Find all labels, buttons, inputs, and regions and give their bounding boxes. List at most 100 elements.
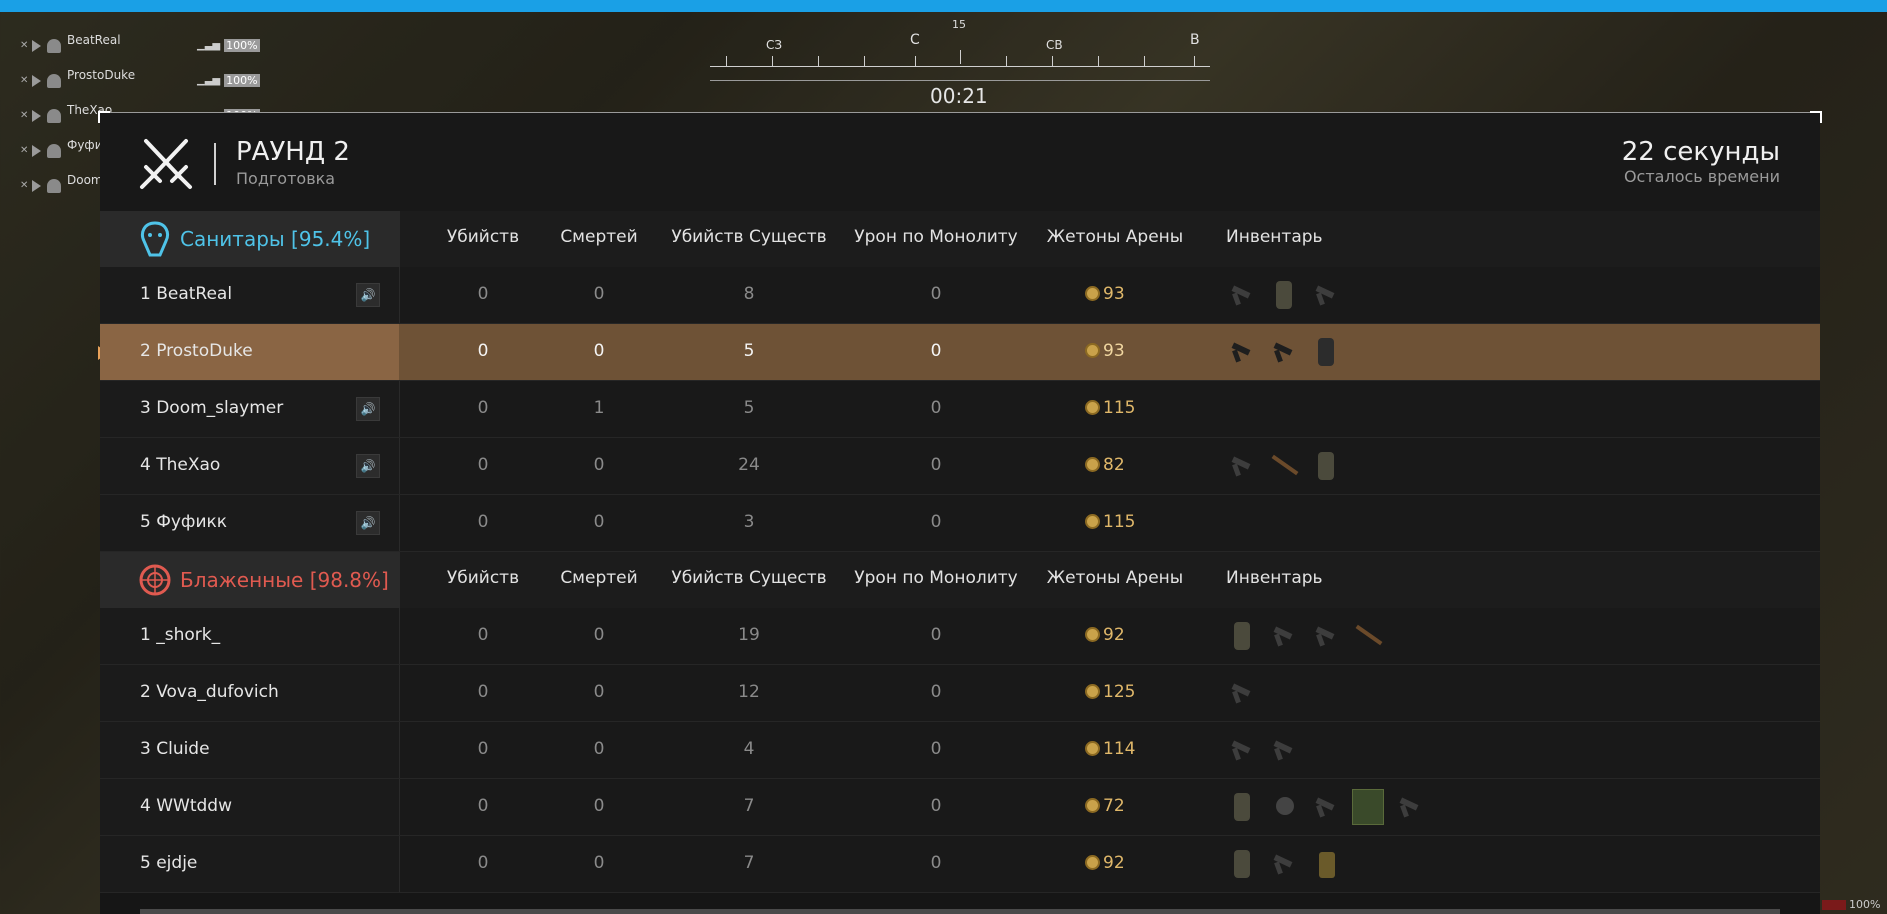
grenade-icon[interactable] <box>1268 789 1300 825</box>
token-coin-icon <box>1085 457 1100 472</box>
close-icon[interactable]: ✕ <box>20 75 30 86</box>
armor-icon[interactable] <box>1268 277 1300 313</box>
person-icon <box>47 38 61 53</box>
armor-icon[interactable] <box>1226 789 1258 825</box>
stat-deaths: 0 <box>593 739 605 759</box>
arena-tokens: 72 <box>1085 796 1125 816</box>
compass-tick <box>1194 56 1195 66</box>
player-row[interactable]: 3 Cluide 0 0 4 0 114 <box>100 722 1820 779</box>
player-row[interactable]: 1 _shork_ 0 0 19 0 92 <box>100 608 1820 665</box>
team-name: Санитары [95.4%] <box>180 227 371 251</box>
gun-icon[interactable] <box>1226 448 1258 484</box>
person-icon <box>47 108 61 123</box>
stat-monolith-dmg: 0 <box>930 512 942 532</box>
inventory <box>1226 618 1384 654</box>
gun-icon[interactable] <box>1226 277 1258 313</box>
compass: 15 СЗ С СВ В <box>710 18 1210 83</box>
close-icon[interactable]: ✕ <box>20 180 30 191</box>
bag-icon[interactable] <box>1310 846 1342 882</box>
arena-tokens-value: 93 <box>1103 284 1125 304</box>
gun-icon[interactable] <box>1268 334 1300 370</box>
stat-monolith-dmg: 0 <box>930 284 942 304</box>
scoreboard-panel: РАУНД 2 Подготовка 22 секунды Осталось в… <box>98 111 1822 914</box>
speaker-icon[interactable]: 🔊 <box>356 454 380 478</box>
player-row[interactable]: 1 BeatReal 🔊 0 0 8 0 93 <box>100 267 1820 324</box>
token-coin-icon <box>1085 286 1100 301</box>
player-name-cell: 2 Vova_dufovich <box>100 665 400 721</box>
gun-icon[interactable] <box>1268 732 1300 768</box>
compass-tick <box>1006 56 1007 66</box>
close-icon[interactable]: ✕ <box>20 145 30 156</box>
rifle-icon[interactable] <box>1268 448 1300 484</box>
speaker-icon[interactable]: 🔊 <box>356 397 380 421</box>
player-row[interactable]: 5 ejdje 0 0 7 0 92 <box>100 836 1820 893</box>
stat-kills: 0 <box>477 796 489 816</box>
player-name: 4 TheXao <box>140 455 221 475</box>
armor-icon[interactable] <box>1226 618 1258 654</box>
arena-tokens-value: 93 <box>1103 341 1125 361</box>
inventory <box>1226 277 1342 313</box>
stat-creature-kills: 24 <box>738 455 760 475</box>
token-coin-icon <box>1085 400 1100 415</box>
player-name: 4 WWtddw <box>140 796 232 816</box>
play-icon <box>32 179 41 192</box>
gun-icon[interactable] <box>1310 277 1342 313</box>
stat-monolith-dmg: 0 <box>930 398 942 418</box>
compass-line <box>710 66 1210 67</box>
token-coin-icon <box>1085 798 1100 813</box>
gun-icon[interactable] <box>1268 618 1300 654</box>
player-row[interactable]: 4 WWtddw 0 0 7 0 72 <box>100 779 1820 836</box>
gun-icon[interactable] <box>1226 675 1258 711</box>
close-icon[interactable]: ✕ <box>20 110 30 121</box>
stat-deaths: 0 <box>593 682 605 702</box>
player-name: 1 BeatReal <box>140 284 233 304</box>
player-row[interactable]: 2 ProstoDuke 0 0 5 0 93 <box>98 324 1820 381</box>
stat-creature-kills: 5 <box>743 341 755 361</box>
token-coin-icon <box>1085 627 1100 642</box>
player-name-cell: 4 WWtddw <box>100 779 400 835</box>
stat-deaths: 1 <box>593 398 605 418</box>
scoreboard-header: РАУНД 2 Подготовка 22 секунды Осталось в… <box>100 113 1820 211</box>
close-icon[interactable]: ✕ <box>20 40 30 51</box>
arena-tokens: 92 <box>1085 853 1125 873</box>
column-header: Убийств Существ <box>671 568 827 588</box>
horizontal-scrollbar[interactable] <box>140 909 1780 914</box>
speaker-icon[interactable]: 🔊 <box>356 511 380 535</box>
player-name: 5 ejdje <box>140 853 198 873</box>
stat-deaths: 0 <box>593 341 605 361</box>
armor-icon[interactable] <box>1310 334 1342 370</box>
play-icon <box>32 74 41 87</box>
player-name-cell: 4 TheXao 🔊 <box>100 438 400 494</box>
round-phase: Подготовка <box>236 169 336 188</box>
gun-icon[interactable] <box>1310 618 1342 654</box>
gun-icon[interactable] <box>1268 846 1300 882</box>
rifle-icon[interactable] <box>1352 618 1384 654</box>
gun-icon[interactable] <box>1226 334 1258 370</box>
armor-icon[interactable] <box>1226 846 1258 882</box>
stat-monolith-dmg: 0 <box>930 625 942 645</box>
compass-label-n: С <box>910 32 920 48</box>
stat-creature-kills: 4 <box>743 739 755 759</box>
speaker-icon[interactable]: 🔊 <box>356 283 380 307</box>
player-row[interactable]: 5 Фуфикк 🔊 0 0 3 0 115 <box>100 495 1820 552</box>
inventory <box>1226 675 1258 711</box>
gun-icon[interactable] <box>1394 789 1426 825</box>
stat-deaths: 0 <box>593 853 605 873</box>
gun-icon[interactable] <box>1226 732 1258 768</box>
armor-icon[interactable] <box>1310 448 1342 484</box>
player-row[interactable]: 3 Doom_slaymer 🔊 0 1 5 0 115 <box>100 381 1820 438</box>
player-row[interactable]: 2 Vova_dufovich 0 0 12 0 125 <box>100 665 1820 722</box>
mask-icon[interactable] <box>1352 789 1384 825</box>
token-coin-icon <box>1085 514 1100 529</box>
header-separator <box>214 143 216 185</box>
inventory <box>1226 732 1300 768</box>
arena-tokens: 93 <box>1085 284 1125 304</box>
stat-kills: 0 <box>477 682 489 702</box>
token-coin-icon <box>1085 343 1100 358</box>
gun-icon[interactable] <box>1310 789 1342 825</box>
column-header: Урон по Монолиту <box>854 568 1018 588</box>
compass-label-e: В <box>1190 32 1200 48</box>
player-name-cell: 5 ejdje <box>100 836 400 892</box>
player-row[interactable]: 4 TheXao 🔊 0 0 24 0 82 <box>100 438 1820 495</box>
squad-member: ✕ ProstoDuke ▁▃▅ 100% <box>20 63 280 98</box>
